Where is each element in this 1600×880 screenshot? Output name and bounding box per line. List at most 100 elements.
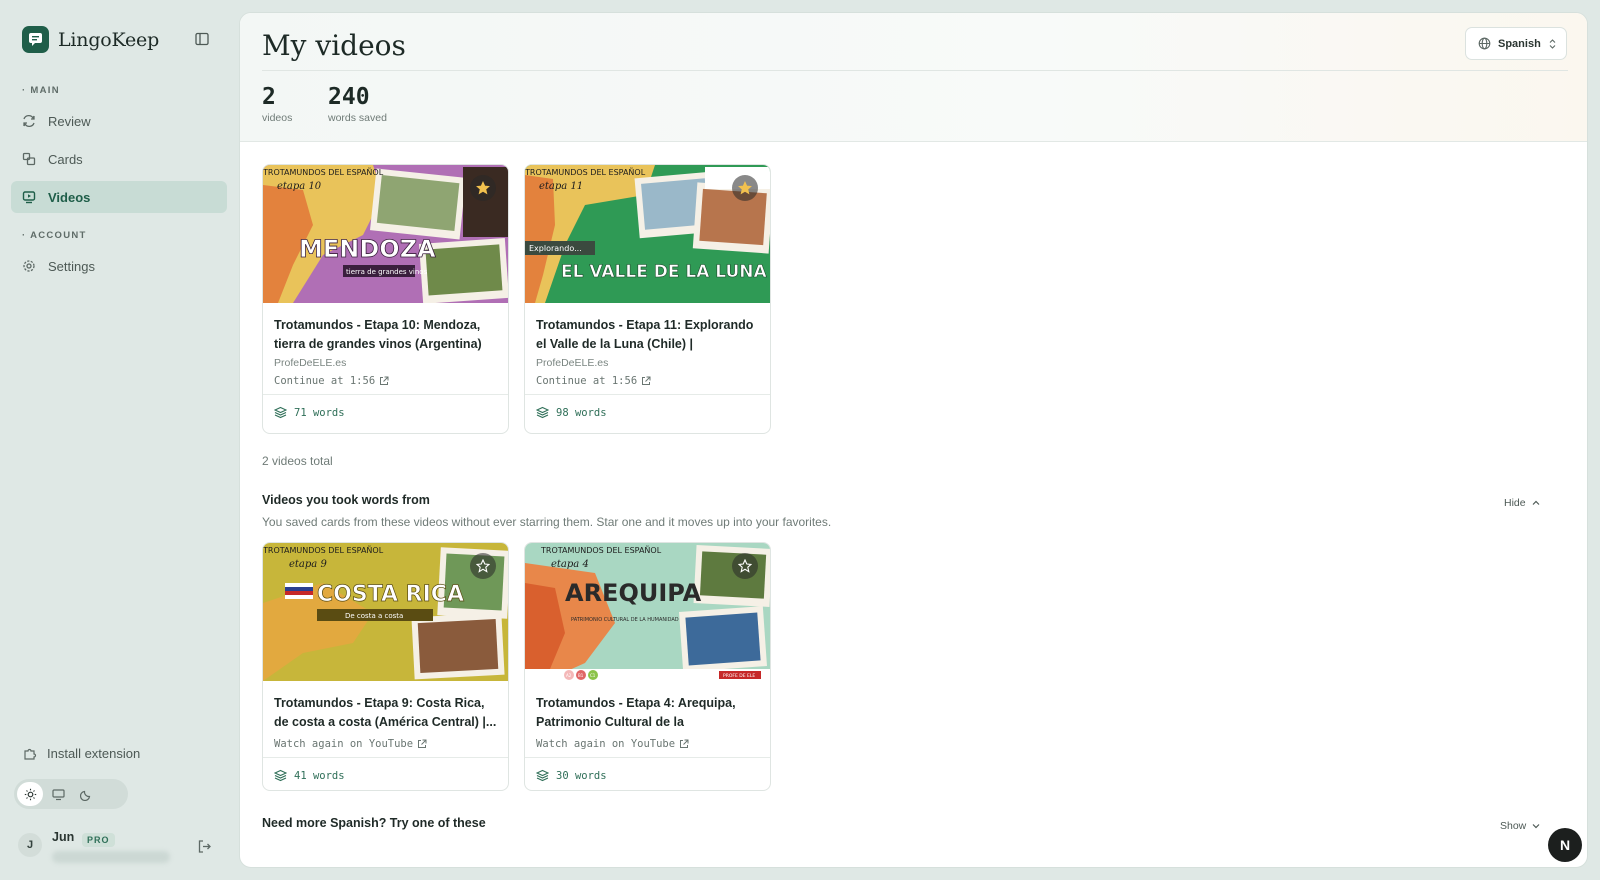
- watch-again-link[interactable]: Watch again on YouTube: [536, 738, 759, 750]
- stat-label: videos: [262, 112, 293, 124]
- globe-icon: [1478, 37, 1491, 50]
- external-link-icon: [680, 739, 689, 748]
- sidebar-item-videos[interactable]: Videos: [11, 181, 227, 213]
- language-select-value: Spanish: [1498, 37, 1541, 50]
- word-count: 41 words: [263, 757, 508, 790]
- chevron-up-icon: [1532, 500, 1540, 505]
- brand[interactable]: LingoKeep: [22, 26, 159, 53]
- layers-icon: [274, 406, 287, 419]
- video-channel: ProfeDeELE.es: [274, 357, 347, 369]
- video-thumbnail[interactable]: TROTAMUNDOS DEL ESPAÑOL etapa 10 MENDOZA…: [263, 165, 508, 303]
- star-icon: [738, 559, 752, 573]
- star-filled-icon: [738, 181, 752, 195]
- theme-dark-button[interactable]: [73, 782, 99, 806]
- thumbnail-level: A2: [566, 673, 572, 678]
- star-filled-icon: [476, 181, 490, 195]
- cards-icon: [22, 152, 36, 166]
- continue-link[interactable]: Continue at 1:56: [274, 375, 497, 387]
- app-name: LingoKeep: [58, 28, 160, 51]
- external-link-icon: [380, 376, 389, 385]
- layers-icon: [536, 769, 549, 782]
- video-title[interactable]: Trotamundos - Etapa 11: Explorando el Va…: [536, 316, 759, 354]
- layers-icon: [536, 406, 549, 419]
- language-select[interactable]: Spanish: [1465, 27, 1567, 60]
- external-link-icon: [418, 739, 427, 748]
- stat-label: words saved: [328, 112, 387, 124]
- monitor-icon: [51, 788, 65, 800]
- hide-toggle-label: Hide: [1504, 497, 1526, 509]
- video-title[interactable]: Trotamundos - Etapa 9: Costa Rica, de co…: [274, 694, 497, 732]
- app-logo-icon: [22, 26, 49, 53]
- video-title[interactable]: Trotamundos - Etapa 4: Arequipa, Patrimo…: [536, 694, 759, 732]
- thumbnail-title: AREQUIPA: [565, 579, 702, 607]
- gear-icon: [23, 260, 35, 272]
- install-extension-label: Install extension: [47, 746, 141, 761]
- sidebar-item-label: Review: [48, 113, 91, 129]
- sidebar-item-cards[interactable]: Cards: [11, 143, 227, 175]
- layers-icon: [274, 769, 287, 782]
- user-email-redacted: [52, 851, 170, 863]
- theme-light-button[interactable]: [17, 782, 43, 806]
- page-header: My videos Spanish 2 videos 240 words sav…: [240, 13, 1587, 142]
- hide-toggle[interactable]: Hide: [1504, 497, 1541, 509]
- thumbnail-header: TROTAMUNDOS DEL ESPAÑOL: [263, 167, 384, 177]
- sidebar-item-label: Videos: [48, 189, 91, 205]
- logout-icon[interactable]: [197, 839, 212, 859]
- video-card[interactable]: TROTAMUNDOS DEL ESPAÑOL etapa 9 COSTA RI…: [262, 542, 509, 791]
- video-card[interactable]: Explorando... TROTAMUNDOS DEL ESPAÑOL et…: [524, 164, 771, 434]
- continue-label: Continue at 1:56: [274, 375, 376, 387]
- word-count-label: 98 words: [556, 406, 607, 419]
- sun-icon: [24, 788, 36, 800]
- divider: [262, 70, 1568, 71]
- video-thumbnail[interactable]: A2 B1 C1 PROFE DE ELE TROTAMUNDOS DEL ES…: [525, 543, 770, 681]
- star-button[interactable]: [470, 553, 496, 579]
- card-body: Trotamundos - Etapa 4: Arequipa, Patrimo…: [525, 681, 770, 750]
- chevron-updown-icon: [1549, 38, 1556, 49]
- word-count: 30 words: [525, 757, 770, 790]
- video-thumbnail[interactable]: Explorando... TROTAMUNDOS DEL ESPAÑOL et…: [525, 165, 770, 303]
- star-button[interactable]: [470, 175, 496, 201]
- sidebar-item-review[interactable]: Review: [11, 105, 227, 137]
- video-thumbnail[interactable]: TROTAMUNDOS DEL ESPAÑOL etapa 9 COSTA RI…: [263, 543, 508, 681]
- show-toggle[interactable]: Show: [1500, 820, 1541, 832]
- star-button[interactable]: [732, 553, 758, 579]
- install-extension-link[interactable]: Install extension: [22, 746, 140, 761]
- thumbnail-title: EL VALLE DE LA LUNA: [561, 262, 768, 282]
- theme-system-button[interactable]: [45, 782, 71, 806]
- thumbnail-title: COSTA RICA: [317, 582, 464, 607]
- thumbnail-header: TROTAMUNDOS DEL ESPAÑOL: [540, 545, 662, 555]
- next-dev-button[interactable]: N: [1548, 828, 1582, 862]
- video-card[interactable]: TROTAMUNDOS DEL ESPAÑOL etapa 10 MENDOZA…: [262, 164, 509, 434]
- video-card[interactable]: A2 B1 C1 PROFE DE ELE TROTAMUNDOS DEL ES…: [524, 542, 771, 791]
- pro-badge: PRO: [82, 833, 115, 847]
- watch-again-link[interactable]: Watch again on YouTube: [274, 738, 497, 750]
- thumbnail-stage: etapa 11: [539, 181, 583, 192]
- star-button[interactable]: [732, 175, 758, 201]
- continue-link[interactable]: Continue at 1:56: [536, 375, 759, 387]
- sidebar-toggle-icon[interactable]: [194, 31, 210, 47]
- thumbnail-subtitle: De costa a costa: [345, 612, 403, 620]
- page-title: My videos: [262, 29, 406, 62]
- video-title[interactable]: Trotamundos - Etapa 10: Mendoza, tierra …: [274, 316, 497, 354]
- main-panel: My videos Spanish 2 videos 240 words sav…: [239, 12, 1588, 868]
- watch-again-label: Watch again on YouTube: [536, 738, 676, 750]
- word-count: 98 words: [525, 394, 770, 430]
- card-body: Trotamundos - Etapa 10: Mendoza, tierra …: [263, 303, 508, 387]
- thumbnail-subtitle: tierra de grandes vinos: [346, 268, 428, 276]
- word-count-label: 30 words: [556, 769, 607, 782]
- videos-total: 2 videos total: [262, 454, 333, 468]
- sidebar: LingoKeep · MAIN Review Cards Videos · A…: [0, 0, 238, 880]
- sidebar-item-settings[interactable]: Settings: [11, 250, 227, 282]
- word-count-label: 41 words: [294, 769, 345, 782]
- moon-icon: [79, 790, 90, 801]
- sidebar-item-label: Cards: [48, 151, 83, 167]
- thumbnail-title: MENDOZA: [299, 235, 436, 263]
- external-link-icon: [642, 376, 651, 385]
- word-count-label: 71 words: [294, 406, 345, 419]
- star-icon: [476, 559, 490, 573]
- thumbnail-header: TROTAMUNDOS DEL ESPAÑOL: [525, 167, 646, 177]
- stat-words: 240 words saved: [328, 84, 387, 124]
- show-toggle-label: Show: [1500, 820, 1527, 832]
- section-label-account: · ACCOUNT: [22, 230, 87, 241]
- card-body: Trotamundos - Etapa 9: Costa Rica, de co…: [263, 681, 508, 750]
